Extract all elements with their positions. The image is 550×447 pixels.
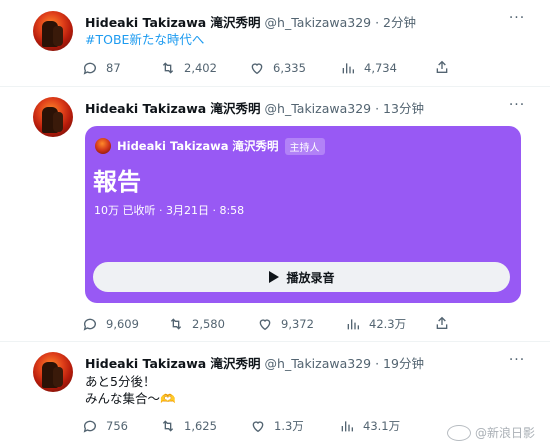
reply-button[interactable]: 756 bbox=[82, 417, 128, 435]
views-button[interactable]: 42.3万 bbox=[345, 315, 406, 333]
space-host: Hideaki Takizawa 滝沢秀明 主持人 bbox=[95, 137, 325, 155]
reply-count: 9,609 bbox=[106, 317, 139, 331]
views-chart-icon bbox=[342, 63, 354, 74]
retweet-count: 1,625 bbox=[184, 419, 217, 433]
views-chart-icon bbox=[341, 421, 353, 432]
views-count: 4,734 bbox=[364, 61, 397, 75]
share-icon bbox=[436, 60, 448, 73]
views-chart-icon bbox=[347, 319, 359, 330]
watermark: @新浪日影 bbox=[447, 424, 535, 441]
retweet-count: 2,402 bbox=[184, 61, 217, 75]
avatar[interactable] bbox=[33, 352, 73, 392]
display-name[interactable]: Hideaki Takizawa 滝沢秀明 bbox=[85, 15, 261, 30]
share-button[interactable] bbox=[434, 59, 450, 79]
more-options-icon[interactable]: ··· bbox=[508, 97, 526, 113]
tweet-actions: 756 1,625 1.3万 43.1万 bbox=[82, 417, 452, 435]
retweet-icon bbox=[162, 62, 174, 74]
retweet-button[interactable]: 2,402 bbox=[160, 59, 217, 77]
heart-icon bbox=[251, 63, 263, 75]
views-button[interactable]: 4,734 bbox=[340, 59, 397, 77]
retweet-count: 2,580 bbox=[192, 317, 225, 331]
tweet-actions: 87 2,402 6,335 4,734 bbox=[82, 59, 452, 77]
like-count: 1.3万 bbox=[274, 419, 304, 433]
more-options-icon[interactable]: ··· bbox=[508, 352, 526, 368]
avatar[interactable] bbox=[33, 11, 73, 51]
weibo-logo-icon bbox=[447, 424, 471, 441]
host-badge: 主持人 bbox=[284, 137, 325, 155]
tweet-text: あと5分後！ みんな集合〜🫶 bbox=[85, 373, 176, 407]
reply-icon bbox=[83, 62, 96, 75]
reply-icon bbox=[83, 318, 96, 331]
tweet-actions: 9,609 2,580 9,372 42.3万 bbox=[82, 315, 452, 333]
retweet-icon bbox=[162, 420, 174, 432]
play-label: 播放录音 bbox=[286, 270, 335, 285]
retweet-button[interactable]: 1,625 bbox=[160, 417, 217, 435]
tweet-text-line-1: あと5分後！ bbox=[85, 374, 156, 389]
watermark-text: @新浪日影 bbox=[475, 426, 536, 440]
like-count: 6,335 bbox=[273, 61, 306, 75]
space-meta: 10万 已收听 · 3月21日 · 8:58 bbox=[94, 204, 245, 217]
reply-count: 87 bbox=[106, 61, 121, 75]
handle-and-time[interactable]: @h_Takizawa329 · 19分钟 bbox=[265, 356, 424, 371]
share-button[interactable] bbox=[434, 315, 450, 335]
tweet-1[interactable]: Hideaki Takizawa 滝沢秀明 @h_Takizawa329 · 2… bbox=[0, 0, 550, 86]
display-name[interactable]: Hideaki Takizawa 滝沢秀明 bbox=[85, 356, 261, 371]
retweet-icon bbox=[170, 318, 182, 330]
handle-and-time[interactable]: @h_Takizawa329 · 2分钟 bbox=[265, 15, 416, 30]
retweet-button[interactable]: 2,580 bbox=[168, 315, 225, 333]
reply-button[interactable]: 9,609 bbox=[82, 315, 139, 333]
like-count: 9,372 bbox=[281, 317, 314, 331]
views-count: 42.3万 bbox=[369, 317, 407, 331]
reply-button[interactable]: 87 bbox=[82, 59, 121, 77]
views-button[interactable]: 43.1万 bbox=[339, 417, 400, 435]
hashtag-link[interactable]: #TOBE新たな時代へ bbox=[85, 32, 204, 47]
more-options-icon[interactable]: ··· bbox=[508, 10, 526, 26]
host-name: Hideaki Takizawa 滝沢秀明 bbox=[117, 139, 279, 153]
play-recording-button[interactable]: 播放录音 bbox=[93, 262, 510, 292]
display-name[interactable]: Hideaki Takizawa 滝沢秀明 bbox=[85, 101, 261, 116]
like-button[interactable]: 1.3万 bbox=[250, 417, 304, 435]
space-title: 報告 bbox=[93, 168, 141, 196]
views-count: 43.1万 bbox=[363, 419, 401, 433]
reply-icon bbox=[83, 420, 96, 433]
handle-and-time[interactable]: @h_Takizawa329 · 13分钟 bbox=[265, 101, 424, 116]
reply-count: 756 bbox=[106, 419, 128, 433]
like-button[interactable]: 9,372 bbox=[257, 315, 314, 333]
heart-icon bbox=[259, 319, 271, 331]
heart-icon bbox=[252, 421, 264, 433]
share-icon bbox=[436, 316, 448, 329]
tweet-text-line-2: みんな集合〜🫶 bbox=[85, 391, 176, 406]
play-icon bbox=[269, 271, 280, 283]
space-card[interactable]: Hideaki Takizawa 滝沢秀明 主持人 報告 10万 已收听 · 3… bbox=[85, 126, 521, 303]
host-avatar bbox=[95, 138, 111, 154]
avatar[interactable] bbox=[33, 97, 73, 137]
tweet-text: #TOBE新たな時代へ bbox=[85, 31, 204, 48]
like-button[interactable]: 6,335 bbox=[249, 59, 306, 77]
